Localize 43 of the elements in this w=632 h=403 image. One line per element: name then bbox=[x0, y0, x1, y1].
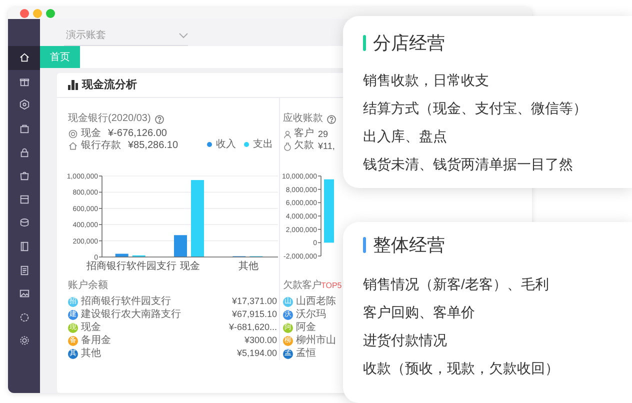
customer-name: 阿金 bbox=[296, 322, 316, 334]
feature-text: 结算方式（现金、支付宝、微信等） bbox=[363, 99, 588, 118]
section-title: 现金银行(2020/03) bbox=[68, 113, 151, 125]
customer-name: 山西老陈 bbox=[296, 296, 336, 308]
account-amount: ¥5,194.00 bbox=[236, 346, 277, 360]
info-label: 客户 bbox=[294, 128, 314, 140]
legend-label: 支出 bbox=[253, 138, 273, 152]
legend-label: 收入 bbox=[216, 138, 236, 152]
card-title: 分店经营 bbox=[373, 32, 445, 55]
info-value: ¥11, bbox=[318, 140, 335, 152]
feature-text: 销售收款，日常收支 bbox=[363, 71, 490, 90]
account-amount: ¥-681,620... bbox=[228, 320, 277, 334]
category-label: 招商银行软件园支行 bbox=[86, 261, 176, 272]
account-name: 招商银行软件园支行 bbox=[81, 296, 171, 308]
category-label: 其他 bbox=[238, 261, 259, 272]
info-label: 现金 bbox=[81, 128, 101, 140]
feature-text: 出入库、盘点 bbox=[363, 127, 448, 146]
section-title: 账户余额 bbox=[68, 280, 109, 292]
account-amount: ¥300.00 bbox=[244, 334, 277, 347]
feature-text: 进货付款情况 bbox=[363, 331, 448, 350]
feature-text: 收款（预收，现款，欠款收回） bbox=[363, 359, 560, 378]
section-title: 应收账款 bbox=[283, 113, 323, 125]
feature-text: 销售情况（新客/老客）、毛利 bbox=[363, 275, 550, 294]
info-value: ¥-676,126.00 bbox=[108, 128, 167, 140]
customer-name: 柳州市山 bbox=[296, 334, 336, 346]
info-value: ¥85,286.10 bbox=[128, 140, 178, 152]
account-amount: ¥17,371.00 bbox=[232, 294, 277, 308]
info-label: 银行存款 bbox=[81, 140, 121, 152]
account-name: 备用金 bbox=[81, 334, 111, 346]
section-title: 欠款客户TOP5 bbox=[283, 280, 342, 292]
account-name: 建设银行农大南路支行 bbox=[81, 308, 181, 320]
panel-title: 现金流分析 bbox=[82, 78, 137, 93]
card-title: 整体经营 bbox=[373, 234, 445, 257]
feature-text: 钱货未清、钱货两清单据一目了然 bbox=[363, 155, 574, 174]
info-value: 29 bbox=[318, 128, 328, 140]
account-name: 现金 bbox=[81, 322, 101, 334]
customer-name: 孟恒 bbox=[296, 348, 316, 360]
info-label: 欠款 bbox=[294, 140, 314, 152]
account-name: 其他 bbox=[81, 348, 101, 360]
feature-text: 客户回购、客单价 bbox=[363, 303, 476, 322]
customer-name: 沃尔玛 bbox=[296, 308, 326, 320]
category-label: 现金 bbox=[180, 261, 200, 272]
account-amount: ¥67,915.10 bbox=[232, 308, 277, 321]
